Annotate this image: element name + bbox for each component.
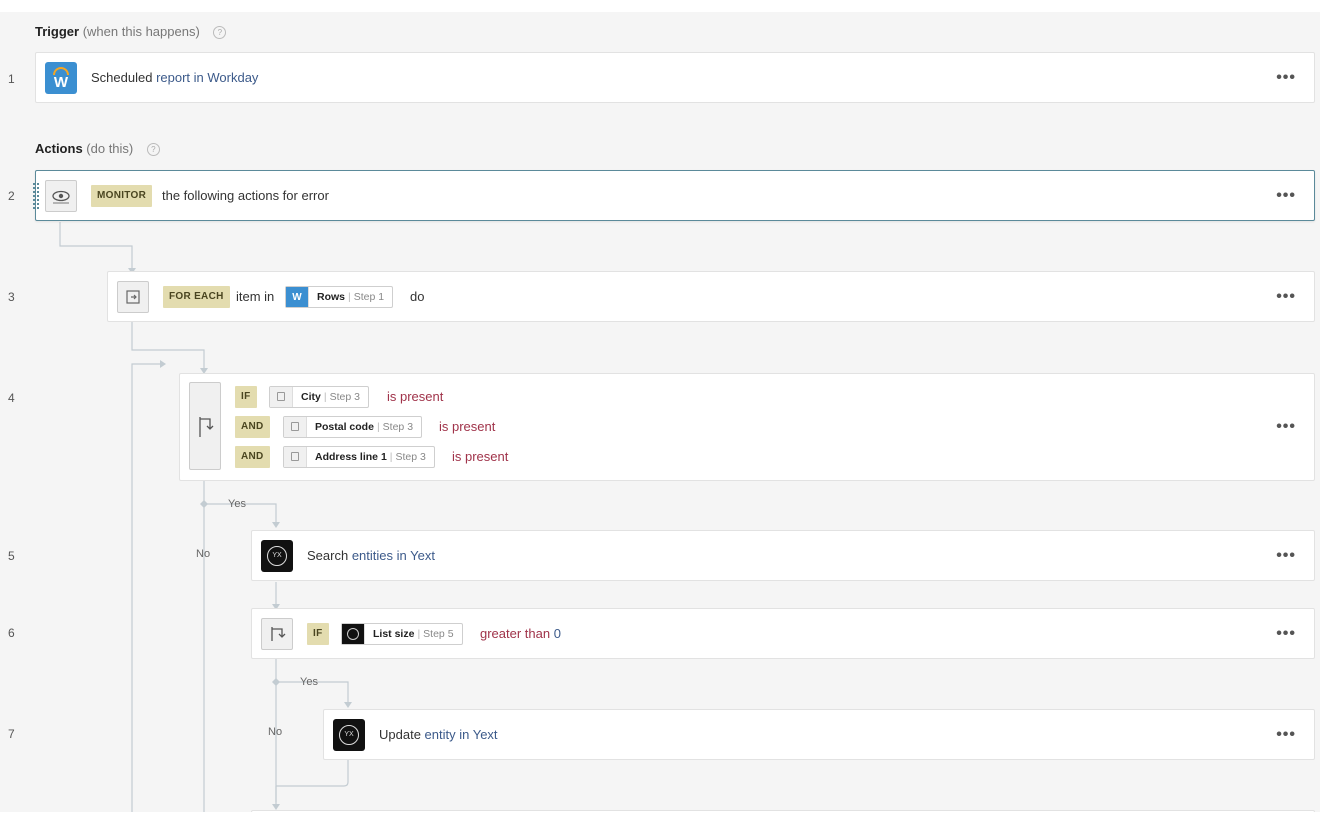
step-7-label: Update entity in Yext: [379, 727, 498, 742]
and-keyword: AND: [235, 416, 270, 438]
yext-icon: [342, 624, 365, 644]
for-each-keyword: FOR EACH: [163, 286, 230, 308]
datapill-address-line-1[interactable]: Address line 1 | Step 3: [283, 446, 435, 468]
bottom-bar: [0, 812, 1320, 825]
step-card-4[interactable]: IF City | Step 3 is present AND Postal cod…: [179, 373, 1315, 481]
if-keyword: IF: [307, 623, 329, 645]
loop-icon: [284, 417, 307, 437]
and-keyword: AND: [235, 446, 270, 468]
step-card-2[interactable]: MONITOR the following actions for error …: [33, 170, 1315, 221]
recipe-canvas: Trigger (when this happens) ? 1 W Schedu…: [0, 12, 1320, 820]
if-keyword: IF: [235, 386, 257, 408]
more-options-icon[interactable]: •••: [1276, 69, 1296, 87]
workday-icon: W: [45, 62, 77, 94]
trigger-section-title: Trigger (when this happens) ?: [35, 24, 227, 40]
branch-yes-label: Yes: [228, 498, 246, 510]
step-3-post: do: [410, 289, 425, 304]
eye-icon: [45, 180, 77, 212]
yext-icon: YX: [333, 719, 365, 751]
monitor-keyword: MONITOR: [91, 185, 153, 207]
step-number-5: 5: [8, 549, 15, 563]
condition-1-op: is present: [387, 389, 444, 404]
workday-icon: [286, 287, 309, 308]
help-icon[interactable]: ?: [213, 26, 227, 40]
yext-icon: YX: [261, 540, 293, 572]
datapill-list-size[interactable]: List size | Step 5: [341, 623, 463, 645]
condition-3-op: is present: [452, 449, 509, 464]
more-options-icon[interactable]: •••: [1276, 187, 1296, 205]
loop-icon: [117, 281, 149, 313]
step-card-3[interactable]: FOR EACH item in Rows|Step 1 do •••: [107, 271, 1315, 322]
step-6-op: greater than 0: [480, 626, 561, 641]
loop-icon: [270, 387, 293, 407]
loop-icon: [284, 447, 307, 467]
more-options-icon[interactable]: •••: [1276, 547, 1296, 565]
step-card-6[interactable]: IF List size | Step 5 greater than 0 •••: [251, 608, 1315, 659]
step-card-1[interactable]: W Scheduled report in Workday •••: [35, 52, 1315, 103]
branch-yes-label: Yes: [300, 676, 318, 688]
step-card-7[interactable]: YX Update entity in Yext •••: [323, 709, 1315, 760]
drag-handle[interactable]: [33, 183, 39, 209]
step-number-7: 7: [8, 727, 15, 741]
step-3-pre: item in: [236, 289, 275, 304]
step-number-4: 4: [8, 391, 15, 405]
step-2-label: the following actions for error: [162, 188, 329, 203]
condition-2-op: is present: [439, 419, 496, 434]
branch-no-label: No: [196, 548, 211, 560]
step-5-label: Search entities in Yext: [307, 548, 435, 563]
actions-section-title: Actions (do this) ?: [35, 141, 160, 157]
more-options-icon[interactable]: •••: [1276, 625, 1296, 643]
more-options-icon[interactable]: •••: [1276, 288, 1296, 306]
datapill-postal-code[interactable]: Postal code | Step 3: [283, 416, 423, 438]
branch-no-label: No: [268, 726, 283, 738]
more-options-icon[interactable]: •••: [1276, 726, 1296, 744]
step-1-label: Scheduled report in Workday: [91, 70, 259, 85]
step-card-5[interactable]: YX Search entities in Yext •••: [251, 530, 1315, 581]
more-options-icon[interactable]: •••: [1276, 418, 1296, 436]
step-number-2: 2: [8, 189, 15, 203]
step-number-1: 1: [8, 72, 15, 86]
step-number-3: 3: [8, 290, 15, 304]
help-icon[interactable]: ?: [146, 143, 160, 157]
step-number-6: 6: [8, 626, 15, 640]
datapill-rows[interactable]: Rows|Step 1: [285, 286, 394, 308]
datapill-city[interactable]: City | Step 3: [269, 386, 369, 408]
condition-icon: [261, 618, 293, 650]
condition-icon: [189, 382, 221, 470]
top-bar: [0, 0, 1320, 12]
